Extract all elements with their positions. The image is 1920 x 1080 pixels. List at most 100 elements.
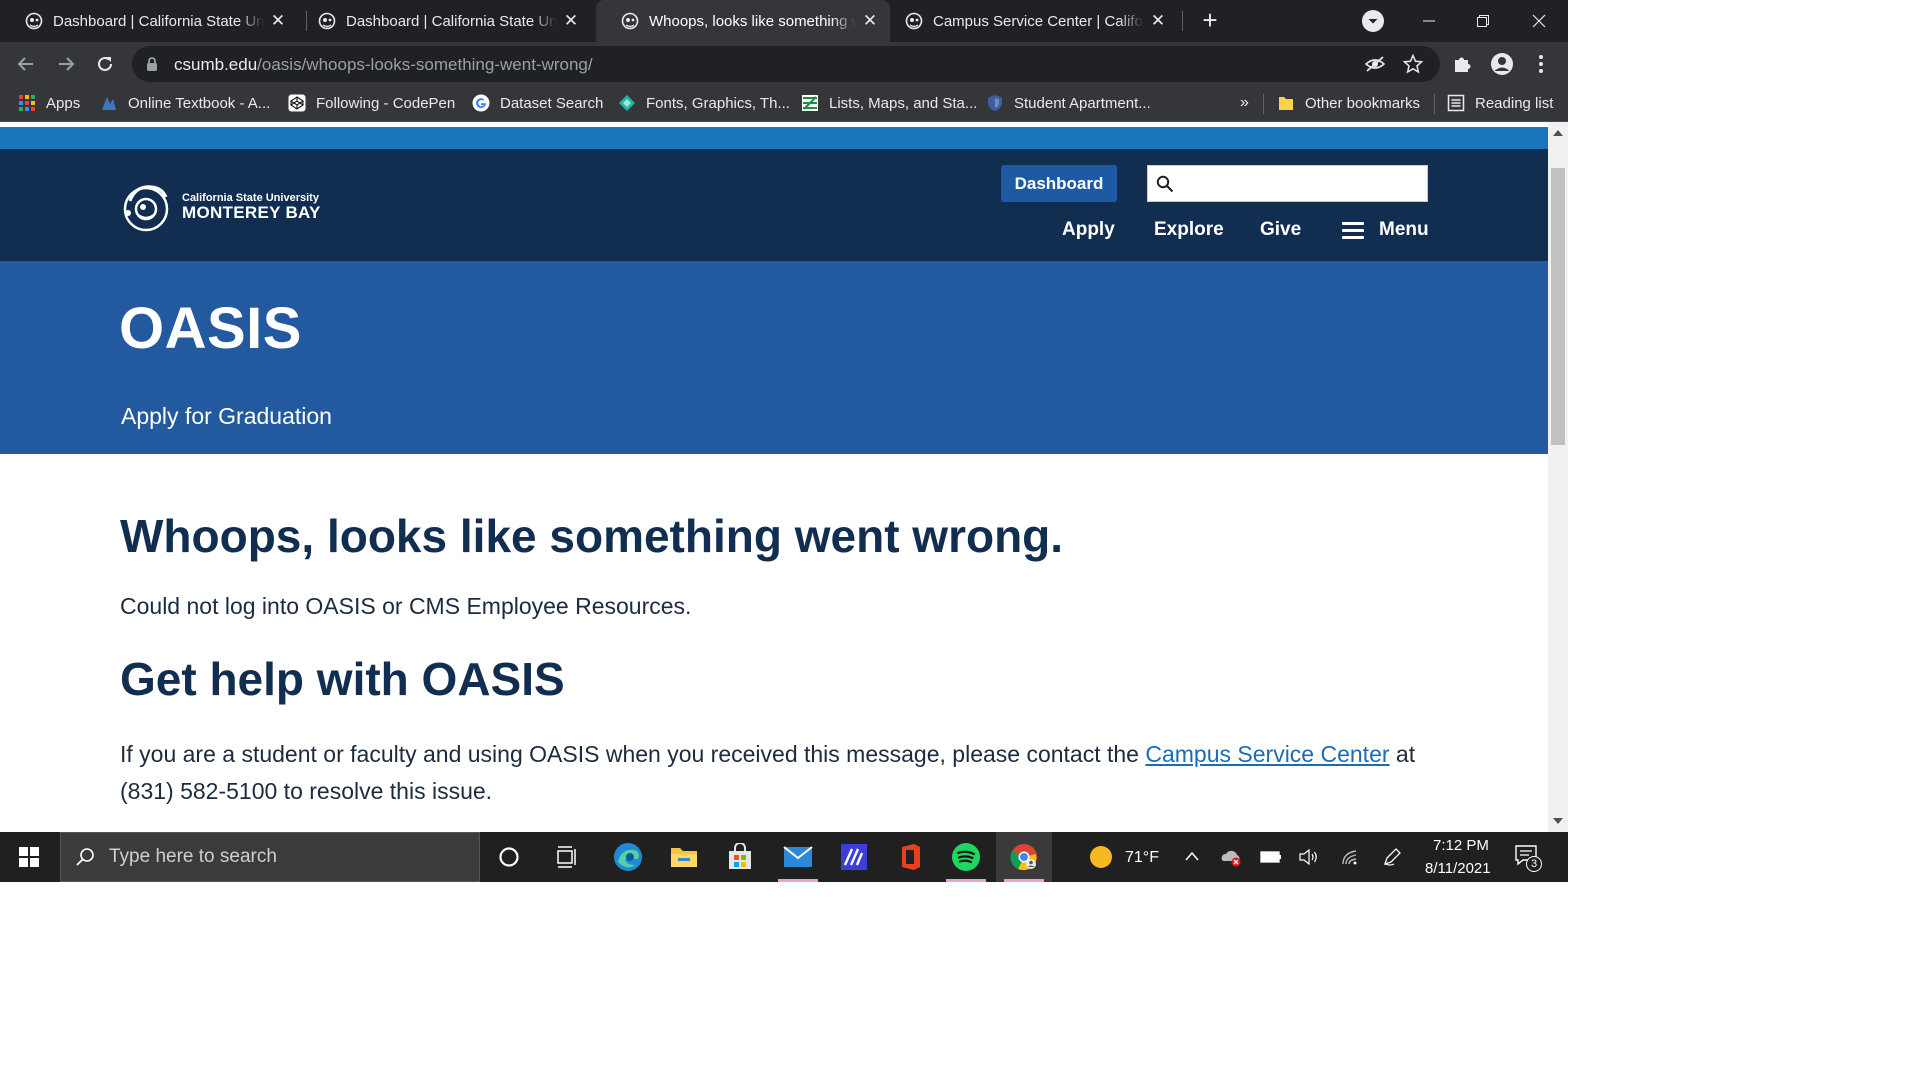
address-bar[interactable]: csumb.edu/oasis/whoops-looks-something-w…: [132, 46, 1440, 82]
bookmarks-overflow-button[interactable]: »: [1240, 86, 1249, 120]
cortana-circle-icon: [499, 847, 519, 867]
fonts-icon: [619, 95, 635, 111]
extensions-button[interactable]: [1448, 50, 1476, 78]
nav-apply[interactable]: Apply: [1062, 219, 1115, 241]
csumb-logo[interactable]: California State University MONTEREY BAY: [118, 179, 321, 235]
logo-line-2: MONTEREY BAY: [182, 202, 321, 222]
bookmark-label: Lists, Maps, and Sta...: [829, 94, 978, 112]
nav-give[interactable]: Give: [1260, 219, 1301, 241]
windows-taskbar: Type here to search 71°F 7:12 PM 8/11/20…: [0, 832, 1568, 882]
folder-icon: [671, 848, 697, 867]
chrome-menu-button[interactable]: [1527, 50, 1555, 78]
scroll-up-arrow-icon[interactable]: [1553, 130, 1563, 136]
speaker-volume-icon[interactable]: [1298, 848, 1320, 866]
mail-envelope-icon: [783, 846, 813, 867]
onedrive-error-icon[interactable]: [1220, 847, 1244, 867]
star-icon: [1403, 54, 1423, 74]
close-window-button[interactable]: [1514, 0, 1564, 42]
bookmark-apps[interactable]: Apps: [18, 86, 80, 120]
taskbar-math-app[interactable]: [826, 832, 882, 882]
math-app-icon: [841, 844, 867, 870]
task-view-button[interactable]: [540, 832, 596, 882]
apply-graduation-link[interactable]: Apply for Graduation: [121, 403, 332, 430]
scroll-down-arrow-icon[interactable]: [1553, 818, 1563, 824]
reading-list-button[interactable]: Reading list: [1447, 86, 1553, 120]
close-tab-icon[interactable]: ✕: [264, 11, 292, 31]
pen-icon[interactable]: [1382, 847, 1402, 867]
bookmark-student-apartment[interactable]: Student Apartment...: [986, 86, 1151, 120]
browser-toolbar: csumb.edu/oasis/whoops-looks-something-w…: [0, 42, 1568, 86]
menu-label: Menu: [1379, 219, 1429, 240]
other-bookmarks-folder[interactable]: Other bookmarks: [1277, 86, 1420, 120]
taskbar-edge[interactable]: [600, 832, 656, 882]
close-tab-icon[interactable]: ✕: [1144, 11, 1172, 31]
new-tab-button[interactable]: +: [1196, 6, 1224, 34]
minimize-icon: [1423, 20, 1435, 22]
weather-temperature[interactable]: 71°F: [1125, 849, 1159, 867]
page-title: OASIS: [119, 296, 302, 361]
bookmark-label: Fonts, Graphics, Th...: [646, 94, 790, 112]
help-paragraph: If you are a student or faculty and usin…: [120, 736, 1420, 810]
reload-button[interactable]: [91, 50, 119, 78]
hero-banner: OASIS Apply for Graduation: [0, 261, 1548, 454]
windows-logo-icon: [19, 847, 39, 867]
taskbar-store[interactable]: [712, 832, 768, 882]
restore-button[interactable]: [1458, 0, 1508, 42]
bookmarks-bar: Apps Online Textbook - A... Following - …: [0, 86, 1568, 122]
apps-grid-icon: [19, 95, 35, 111]
tab-dashboard-2[interactable]: Dashboard | California State University …: [293, 0, 591, 42]
bookmark-dataset-search[interactable]: Dataset Search: [472, 86, 603, 120]
nav-explore[interactable]: Explore: [1154, 219, 1224, 241]
arrow-right-icon: [59, 57, 75, 71]
site-search[interactable]: [1147, 165, 1428, 202]
csumb-otter-favicon-icon: [621, 12, 639, 30]
taskbar-chrome[interactable]: [996, 832, 1052, 882]
taskbar-mail[interactable]: [770, 832, 826, 882]
restore-icon: [1477, 15, 1489, 27]
page-scrollbar[interactable]: [1548, 122, 1568, 832]
search-input[interactable]: [1182, 170, 1422, 198]
csumb-otter-favicon-icon: [318, 12, 336, 30]
bookmark-star-button[interactable]: [1399, 50, 1427, 78]
profile-button[interactable]: [1488, 50, 1516, 78]
campus-service-center-link[interactable]: Campus Service Center: [1145, 741, 1389, 767]
start-button[interactable]: [0, 832, 58, 882]
google-icon: [472, 94, 490, 112]
taskbar-file-explorer[interactable]: [656, 832, 712, 882]
back-button[interactable]: [12, 50, 40, 78]
tab-campus-service-center[interactable]: Campus Service Center | California State…: [880, 0, 1178, 42]
edge-icon: [614, 843, 642, 871]
help-heading: Get help with OASIS: [120, 653, 565, 705]
chevron-up-icon[interactable]: [1184, 850, 1200, 862]
bookmark-fonts-graphics[interactable]: Fonts, Graphics, Th...: [618, 86, 790, 120]
minimize-button[interactable]: [1404, 0, 1454, 42]
wifi-icon[interactable]: [1340, 848, 1362, 866]
clock-date[interactable]: 8/11/2021: [1425, 860, 1491, 877]
taskbar-spotify[interactable]: [938, 832, 994, 882]
tab-whoops-active[interactable]: Whoops, looks like something went wrong …: [596, 0, 890, 42]
bookmark-label: Reading list: [1475, 94, 1554, 112]
menu-button[interactable]: Menu: [1342, 219, 1429, 241]
cortana-button[interactable]: [481, 832, 537, 882]
forward-button[interactable]: [52, 50, 80, 78]
dashboard-button[interactable]: Dashboard: [1001, 165, 1117, 202]
tab-title: Whoops, looks like something went wrong: [649, 12, 856, 30]
battery-icon[interactable]: [1260, 850, 1282, 864]
bookmark-codepen[interactable]: Following - CodePen: [288, 86, 455, 120]
taskbar-search-box[interactable]: Type here to search: [60, 832, 480, 882]
tab-dashboard-1[interactable]: Dashboard | California State University …: [0, 0, 298, 42]
office-icon: [902, 844, 920, 870]
notification-center-button[interactable]: 3: [1514, 844, 1544, 872]
reload-icon: [98, 56, 112, 71]
clock-time[interactable]: 7:12 PM: [1433, 837, 1489, 854]
bookmark-online-textbook[interactable]: Online Textbook - A...: [100, 86, 270, 120]
error-heading: Whoops, looks like something went wrong.: [120, 510, 1064, 562]
taskbar-office[interactable]: [882, 832, 938, 882]
puzzle-icon: [1455, 57, 1471, 72]
tracking-blocked-button[interactable]: [1361, 50, 1389, 78]
bookmark-lists-maps[interactable]: Lists, Maps, and Sta...: [801, 86, 977, 120]
tab-search-button[interactable]: [1362, 10, 1384, 32]
close-tab-icon[interactable]: ✕: [557, 11, 585, 31]
textbook-icon: [102, 97, 116, 110]
scrollbar-thumb[interactable]: [1551, 168, 1565, 445]
